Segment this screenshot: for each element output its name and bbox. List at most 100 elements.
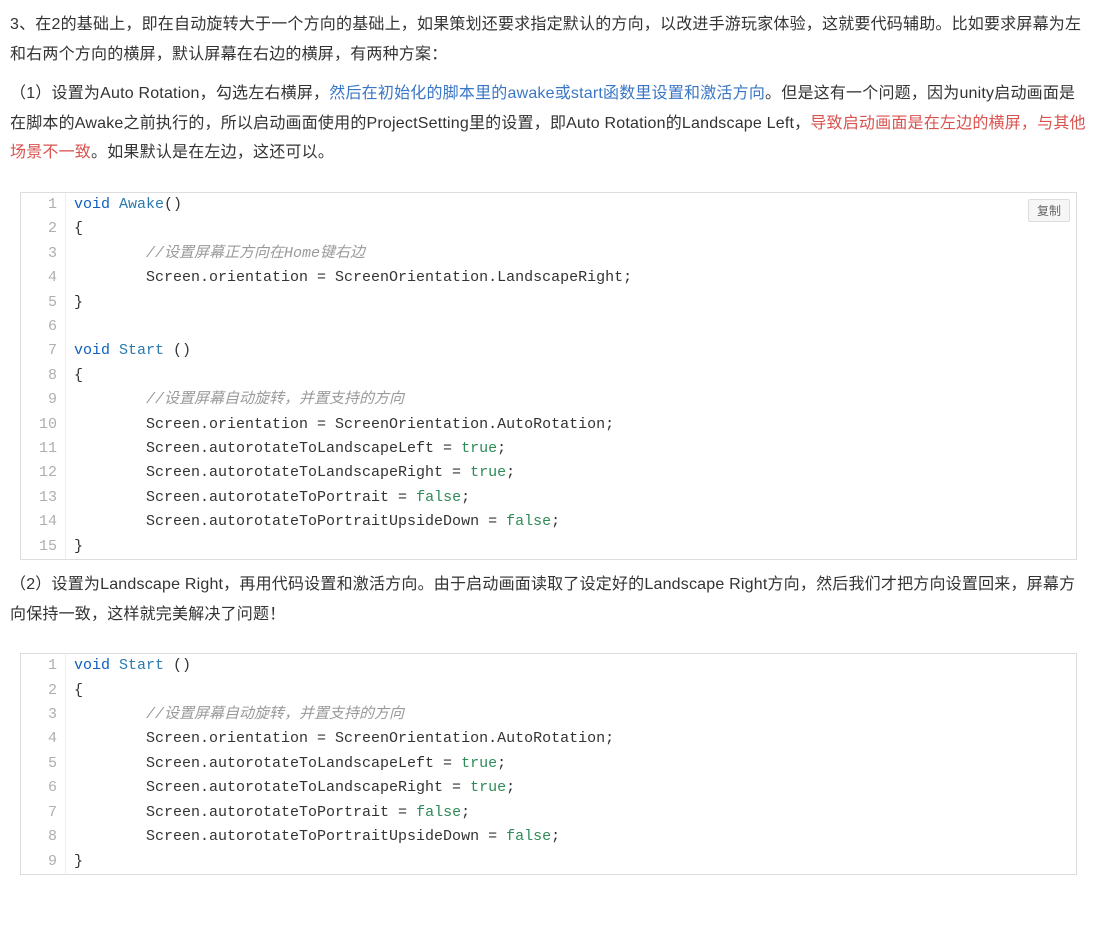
code-row: 2{ xyxy=(21,679,1076,703)
code-row: 3 //设置屏幕自动旋转，并置支持的方向 xyxy=(21,703,1076,727)
line-number: 9 xyxy=(21,388,66,412)
code-token: Screen.orientation = ScreenOrientation.A… xyxy=(74,416,614,433)
code-row: 14 Screen.autorotateToPortraitUpsideDown… xyxy=(21,510,1076,534)
code-token: Start xyxy=(119,657,164,674)
code-line: { xyxy=(66,364,1076,388)
line-number: 5 xyxy=(21,291,66,315)
code-token: Screen.autorotateToPortraitUpsideDown = xyxy=(74,513,506,530)
code-token: () xyxy=(164,657,191,674)
code-line: Screen.orientation = ScreenOrientation.A… xyxy=(66,727,1076,751)
code-token: Screen.orientation = ScreenOrientation.L… xyxy=(74,269,632,286)
code-token: void xyxy=(74,196,119,213)
line-number: 9 xyxy=(21,850,66,874)
code-token: ; xyxy=(461,489,470,506)
code-row: 15} xyxy=(21,535,1076,559)
code-row: 13 Screen.autorotateToPortrait = false; xyxy=(21,486,1076,510)
code-token: Screen.autorotateToPortrait = xyxy=(74,804,416,821)
code-line: Screen.autorotateToPortrait = false; xyxy=(66,486,1076,510)
code-line: void Start () xyxy=(66,339,1076,363)
code-token: //设置屏幕自动旋转，并置支持的方向 xyxy=(146,391,404,408)
line-number: 14 xyxy=(21,510,66,534)
code-token: Start xyxy=(119,342,164,359)
code-token: Screen.autorotateToPortraitUpsideDown = xyxy=(74,828,506,845)
paragraph-intro: 3、在2的基础上，即在自动旋转大于一个方向的基础上，如果策划还要求指定默认的方向… xyxy=(10,10,1087,69)
code-token: void xyxy=(74,342,119,359)
code-token: false xyxy=(506,513,551,530)
code-token: ; xyxy=(551,828,560,845)
code-line: //设置屏幕自动旋转，并置支持的方向 xyxy=(66,388,1076,412)
code-line: { xyxy=(66,679,1076,703)
code-token: { xyxy=(74,220,83,237)
code-line: Screen.autorotateToLandscapeLeft = true; xyxy=(66,437,1076,461)
paragraph-option-2: （2）设置为Landscape Right，再用代码设置和激活方向。由于启动画面… xyxy=(10,570,1087,629)
code-row: 10 Screen.orientation = ScreenOrientatio… xyxy=(21,413,1076,437)
code-row: 8 Screen.autorotateToPortraitUpsideDown … xyxy=(21,825,1076,849)
code-token: Screen.autorotateToLandscapeRight = xyxy=(74,779,470,796)
text-suffix: 。如果默认是在左边，这还可以。 xyxy=(91,144,334,161)
code-line: Screen.orientation = ScreenOrientation.L… xyxy=(66,266,1076,290)
line-number: 2 xyxy=(21,679,66,703)
line-number: 2 xyxy=(21,217,66,241)
paragraph-option-1: （1）设置为Auto Rotation，勾选左右横屏，然后在初始化的脚本里的aw… xyxy=(10,79,1087,168)
code-row: 7void Start () xyxy=(21,339,1076,363)
code-line: } xyxy=(66,535,1076,559)
line-number: 12 xyxy=(21,461,66,485)
copy-button[interactable]: 复制 xyxy=(1028,199,1070,222)
code-token: () xyxy=(164,342,191,359)
code-token: ; xyxy=(497,755,506,772)
code-token: ; xyxy=(497,440,506,457)
line-number: 7 xyxy=(21,801,66,825)
code-token: } xyxy=(74,294,83,311)
code-row: 12 Screen.autorotateToLandscapeRight = t… xyxy=(21,461,1076,485)
line-number: 10 xyxy=(21,413,66,437)
code-token: Screen.autorotateToPortrait = xyxy=(74,489,416,506)
code-token: true xyxy=(461,755,497,772)
code-line: Screen.autorotateToPortrait = false; xyxy=(66,801,1076,825)
code-row: 2{ xyxy=(21,217,1076,241)
code-line: //设置屏幕自动旋转，并置支持的方向 xyxy=(66,703,1076,727)
line-number: 3 xyxy=(21,703,66,727)
code-row: 5} xyxy=(21,291,1076,315)
code-token xyxy=(74,245,146,262)
line-number: 15 xyxy=(21,535,66,559)
code-line: Screen.autorotateToPortraitUpsideDown = … xyxy=(66,510,1076,534)
code-token: //设置屏幕正方向在Home键右边 xyxy=(146,245,365,262)
code-row: 6 xyxy=(21,315,1076,339)
code-row: 3 //设置屏幕正方向在Home键右边 xyxy=(21,242,1076,266)
code-line: Screen.autorotateToLandscapeRight = true… xyxy=(66,776,1076,800)
code-block-2: 1void Start ()2{3 //设置屏幕自动旋转，并置支持的方向4 Sc… xyxy=(20,653,1077,875)
code-line: Screen.autorotateToLandscapeLeft = true; xyxy=(66,752,1076,776)
code-token: false xyxy=(416,489,461,506)
code-list: 1void Start ()2{3 //设置屏幕自动旋转，并置支持的方向4 Sc… xyxy=(21,654,1076,874)
line-number: 5 xyxy=(21,752,66,776)
code-line xyxy=(66,315,1076,339)
code-token: Screen.orientation = ScreenOrientation.A… xyxy=(74,730,614,747)
code-row: 6 Screen.autorotateToLandscapeRight = tr… xyxy=(21,776,1076,800)
code-row: 1 void Start () xyxy=(21,654,1076,678)
code-row: 9 //设置屏幕自动旋转，并置支持的方向 xyxy=(21,388,1076,412)
line-number: 1 xyxy=(21,193,66,217)
code-line: } xyxy=(66,850,1076,874)
code-token: //设置屏幕自动旋转，并置支持的方向 xyxy=(146,706,404,723)
code-token: false xyxy=(506,828,551,845)
line-number: 6 xyxy=(21,776,66,800)
text-highlight-blue: 然后在初始化的脚本里的awake或start函数里设置和激活方向 xyxy=(329,85,765,102)
line-number: 3 xyxy=(21,242,66,266)
line-number: 11 xyxy=(21,437,66,461)
code-line: Screen.orientation = ScreenOrientation.A… xyxy=(66,413,1076,437)
code-list: 1void Awake()2{3 //设置屏幕正方向在Home键右边4 Scre… xyxy=(21,193,1076,559)
line-number: 8 xyxy=(21,364,66,388)
line-number: 7 xyxy=(21,339,66,363)
code-line: { xyxy=(66,217,1076,241)
line-number: 1 xyxy=(21,654,66,678)
code-line: //设置屏幕正方向在Home键右边 xyxy=(66,242,1076,266)
code-token: true xyxy=(470,779,506,796)
line-number: 4 xyxy=(21,266,66,290)
code-token: void xyxy=(74,657,119,674)
code-line: Screen.autorotateToLandscapeRight = true… xyxy=(66,461,1076,485)
code-token: { xyxy=(74,367,83,384)
code-token: Screen.autorotateToLandscapeRight = xyxy=(74,464,470,481)
code-token: true xyxy=(470,464,506,481)
code-block-1: 复制 1void Awake()2{3 //设置屏幕正方向在Home键右边4 S… xyxy=(20,192,1077,560)
code-token: { xyxy=(74,682,83,699)
